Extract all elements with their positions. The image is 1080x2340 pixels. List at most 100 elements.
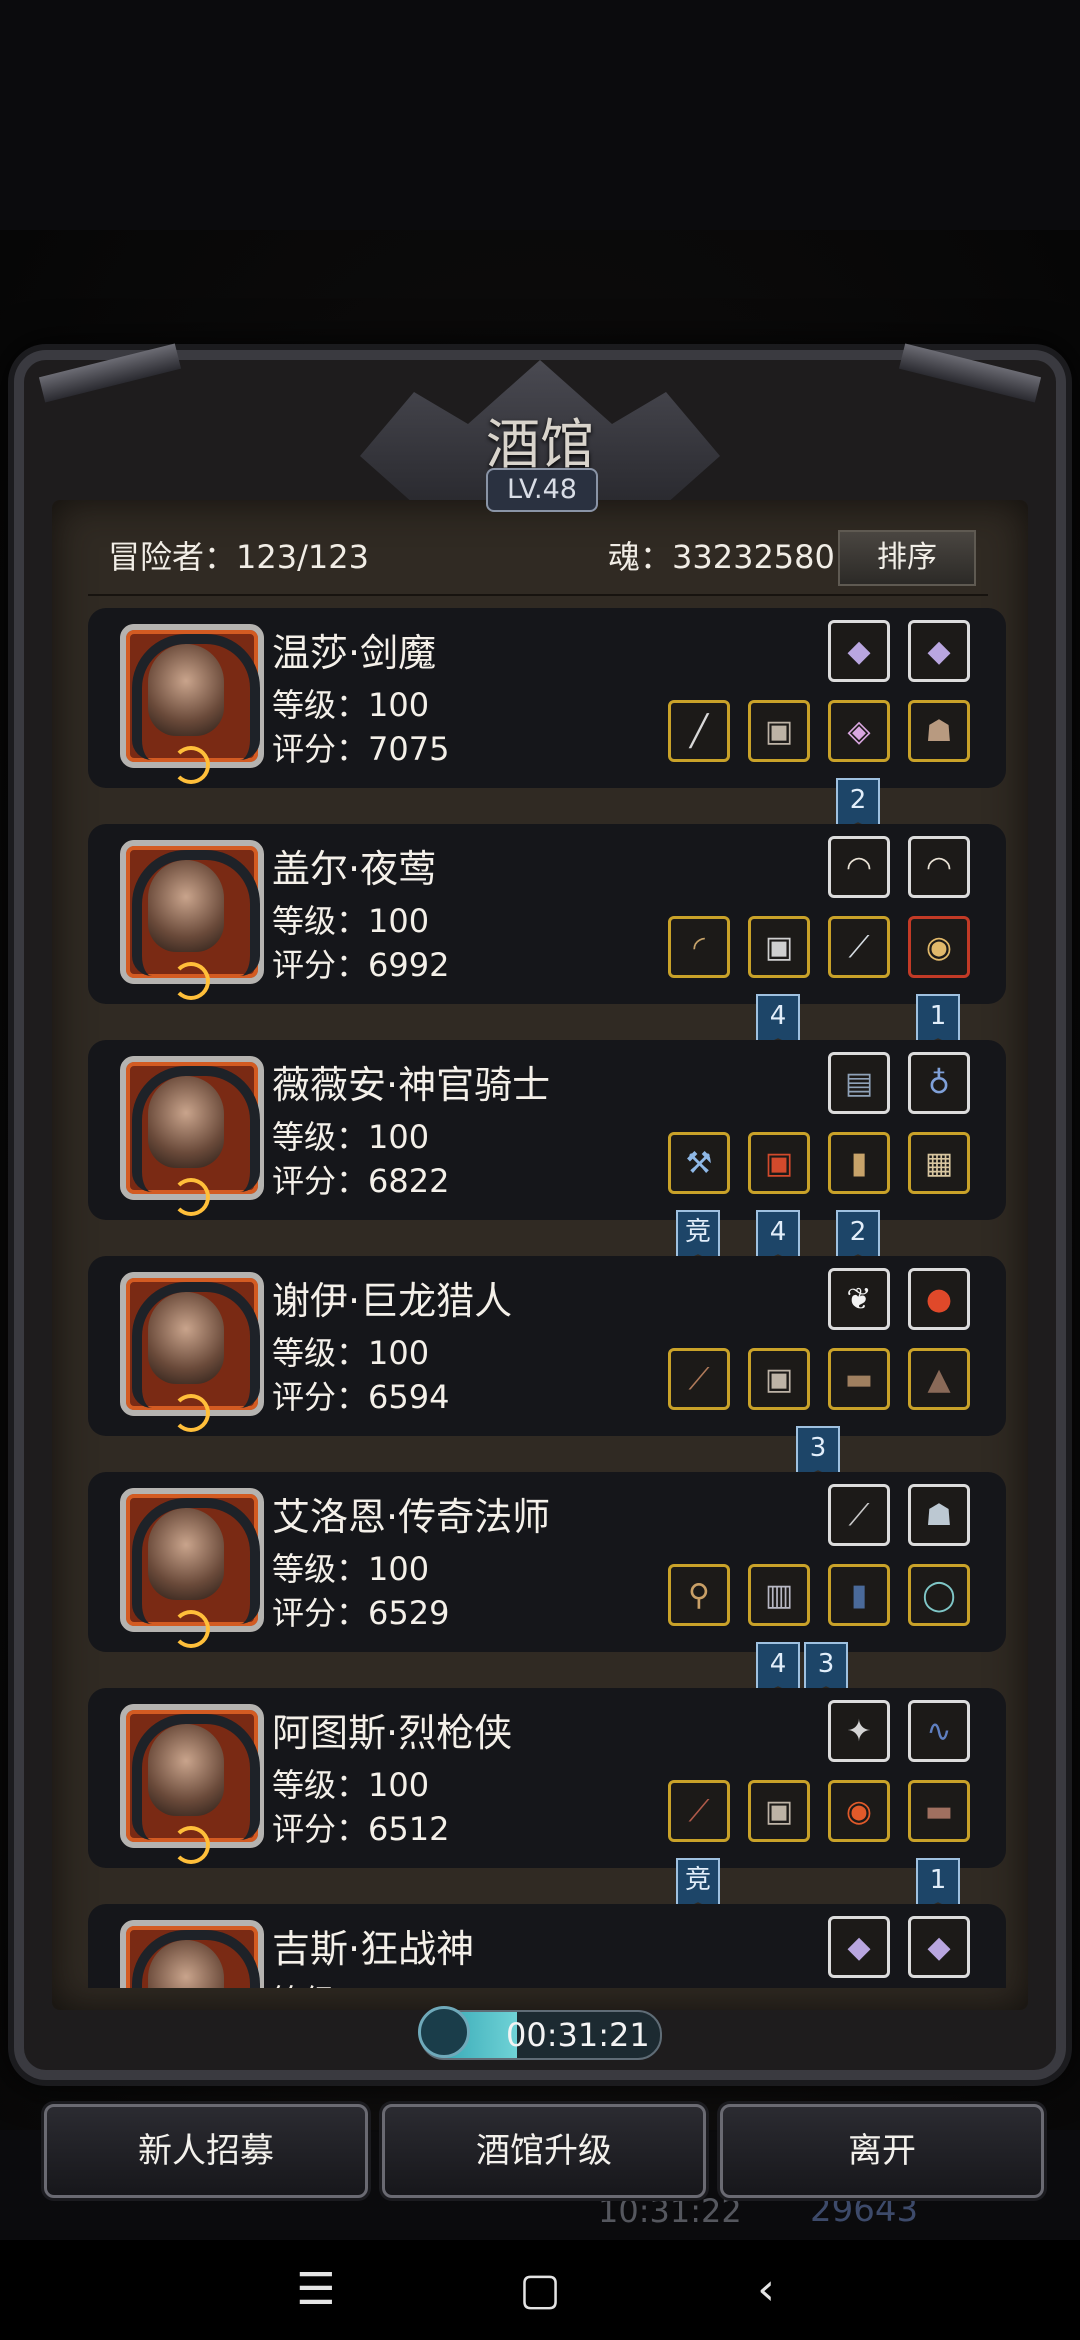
hero-portrait[interactable] <box>120 1056 264 1216</box>
hero-name: 阿图斯·烈枪侠 <box>272 1711 513 1755</box>
header-divider <box>88 594 988 596</box>
rifle-icon: ⟋ <box>688 1793 710 1829</box>
gem-icon: ◆ <box>927 633 951 669</box>
hero-card[interactable]: 艾洛恩·传奇法师等级：100 评分：6529 ⟋ ☗ ⚲ ▥ ▮ ◯ <box>88 1472 1006 1652</box>
adventurer-count: 冒险者：123/123 <box>108 538 369 576</box>
equipment-slot[interactable]: ♁ <box>908 1052 970 1114</box>
equipment-slot[interactable]: ▮ <box>828 1132 890 1194</box>
leave-button[interactable]: 离开 <box>720 2104 1044 2198</box>
rune-icon: ◈ <box>847 713 871 749</box>
equipment-slot[interactable]: ⚒ <box>668 1132 730 1194</box>
hero-score: 评分：6529 <box>272 1594 450 1632</box>
hero-name: 谢伊·巨龙猎人 <box>272 1279 513 1323</box>
equipment-slot[interactable]: ◉ <box>828 1780 890 1842</box>
hero-card[interactable]: 吉斯·狂战神等级：100评分：6500◆◆ <box>88 1904 1006 1988</box>
staff-icon: ⚲ <box>688 1577 710 1613</box>
emblem-icon: ✦ <box>846 1713 872 1749</box>
hero-score: 评分：6512 <box>272 1810 450 1848</box>
equipment-slot[interactable]: ✦ <box>828 1700 890 1762</box>
equipment-slot[interactable]: ▮ <box>828 1564 890 1626</box>
equipment-slot[interactable]: ⚲ <box>668 1564 730 1626</box>
equipment-slot[interactable]: ◈ <box>828 700 890 762</box>
upgrade-tavern-button[interactable]: 酒馆升级 <box>382 2104 706 2198</box>
hero-card[interactable]: 温莎·剑魔 等级：100 评分：7075 ◆ ◆ ╱ ▣ ◈ ☗ <box>88 608 1006 788</box>
mask-icon: ☗ <box>925 713 953 749</box>
hero-card[interactable]: 阿图斯·烈枪侠等级：100 评分：6512 ✦ ∿ ⟋ ▣ ◉ ▬ <box>88 1688 1006 1868</box>
gem-icon: ◆ <box>927 1929 951 1965</box>
equipment-slot[interactable]: ▣ <box>748 1348 810 1410</box>
equipment-slot[interactable]: ◆ <box>828 1916 890 1978</box>
home-icon[interactable]: ▢ <box>500 2252 580 2328</box>
equipment-slot[interactable]: ⟋ <box>668 1780 730 1842</box>
hero-portrait[interactable] <box>120 1704 264 1864</box>
whip-icon: ∿ <box>926 1713 952 1749</box>
equipment-slot[interactable]: ▥ <box>748 1564 810 1626</box>
crescent-moon-icon <box>172 746 210 784</box>
equipment-slot[interactable]: ▲ <box>908 1348 970 1410</box>
equipment-slot[interactable]: ☗ <box>908 700 970 762</box>
equipment-slot[interactable]: ◆ <box>908 1916 970 1978</box>
equipment-slot[interactable]: ⟋ <box>828 1484 890 1546</box>
hero-level: 等级：100 <box>272 902 430 940</box>
equipment-slot[interactable]: ◆ <box>908 620 970 682</box>
hero-name: 盖尔·夜莺 <box>272 847 437 891</box>
hero-card[interactable]: 薇薇安·神官骑士 等级：100 评分：6822 ▤ ♁ ⚒ ▣ ▮ ▦ <box>88 1040 1006 1220</box>
hero-name: 艾洛恩·传奇法师 <box>272 1495 551 1539</box>
equipment-slot[interactable]: ▣ <box>748 1132 810 1194</box>
hero-portrait[interactable] <box>120 1272 264 1432</box>
crescent-moon-icon <box>172 1394 210 1432</box>
recruit-button[interactable]: 新人招募 <box>44 2104 368 2198</box>
equipment-slot[interactable]: ∿ <box>908 1700 970 1762</box>
equipment-slot[interactable]: ◠ <box>828 836 890 898</box>
crescent-moon-icon <box>172 1826 210 1864</box>
hero-score: 评分：6822 <box>272 1162 450 1200</box>
ring-icon: ◉ <box>845 1793 873 1829</box>
equipment-slot[interactable]: ▬ <box>828 1348 890 1410</box>
equipment-slot[interactable]: ▣ <box>748 1780 810 1842</box>
book-icon: ▤ <box>844 1065 874 1101</box>
equipment-slot[interactable]: ▤ <box>828 1052 890 1114</box>
equipment-slot[interactable]: ▣ <box>748 700 810 762</box>
equipment-slot[interactable]: ◯ <box>908 1564 970 1626</box>
hero-portrait[interactable] <box>120 840 264 1000</box>
gem-icon: ◆ <box>847 633 871 669</box>
equipment-slot[interactable]: ◉ <box>908 916 970 978</box>
equipment-slot[interactable]: ◆ <box>828 620 890 682</box>
portrait-hood <box>132 634 260 760</box>
hero-portrait[interactable] <box>120 1488 264 1648</box>
equipment-slot[interactable]: ▣ <box>748 916 810 978</box>
hero-portrait[interactable] <box>120 624 264 784</box>
hero-portrait[interactable] <box>120 1920 264 1988</box>
armor-icon: ▣ <box>764 1361 794 1397</box>
hero-card[interactable]: 盖尔·夜莺 等级：100 评分：6992 ◠ ◠ ◜ ▣ ⟋ ◉ <box>88 824 1006 1004</box>
cloak-icon: ▲ <box>927 1361 951 1397</box>
hero-card[interactable]: 谢伊·巨龙猎人 等级：100 评分：6594 ❦ ● ⟋ ▣ ▬ ▲ <box>88 1256 1006 1436</box>
equipment-slot[interactable]: ◠ <box>908 836 970 898</box>
hero-level: 等级：100 <box>272 1550 430 1588</box>
sort-button[interactable]: 排序 <box>838 530 976 586</box>
armor-icon: ▣ <box>764 1145 794 1181</box>
boots-icon: ▬ <box>924 1793 954 1829</box>
hero-level: 等级：100 <box>272 1766 430 1804</box>
robe-icon: ▥ <box>764 1577 794 1613</box>
equipment-slot[interactable]: ╱ <box>668 700 730 762</box>
equipment-slot[interactable]: ❦ <box>828 1268 890 1330</box>
equipment-slot[interactable]: ⟋ <box>668 1348 730 1410</box>
equipment-slot[interactable]: ● <box>908 1268 970 1330</box>
back-icon[interactable]: ‹ <box>726 2252 806 2328</box>
hero-level: 等级：100 <box>272 1334 430 1372</box>
equipment-slot[interactable]: ◜ <box>668 916 730 978</box>
gauntlet-icon: ▦ <box>924 1145 954 1181</box>
hammer-icon: ⚒ <box>685 1145 713 1181</box>
hero-list[interactable]: 温莎·剑魔 等级：100 评分：7075 ◆ ◆ ╱ ▣ ◈ ☗ 2 盖尔·夜莺 等级：100 评分：6… <box>88 608 1006 1988</box>
equipment-slot[interactable]: ☗ <box>908 1484 970 1546</box>
hero-level: 等级：100 <box>272 1976 429 1988</box>
equipment-slot[interactable]: ▦ <box>908 1132 970 1194</box>
equipment-slot[interactable]: ⟋ <box>828 916 890 978</box>
mask-icon: ☗ <box>925 1497 953 1533</box>
tavern-screen: { "header": { "title": "酒馆", "level": "L… <box>0 0 1080 2340</box>
portrait-hood <box>132 1282 260 1408</box>
equipment-slot[interactable]: ▬ <box>908 1780 970 1842</box>
menu-icon[interactable]: ☰ <box>276 2252 356 2328</box>
hero-name: 吉斯·狂战神 <box>272 1927 475 1971</box>
